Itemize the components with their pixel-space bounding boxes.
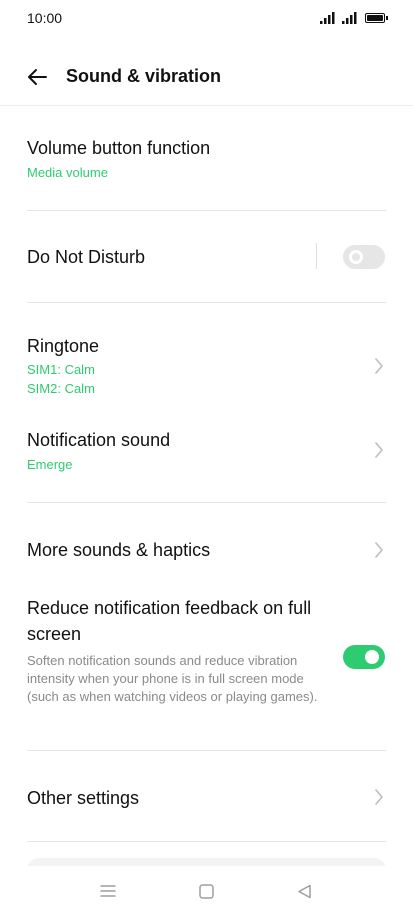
more-sounds-label: More sounds & haptics <box>27 540 211 560</box>
menu-icon[interactable] <box>100 884 116 898</box>
ringtone-item[interactable]: Ringtone SIM1: Calm SIM2: Calm <box>27 335 387 398</box>
ringtone-sim2: SIM2: Calm <box>27 381 95 396</box>
battery-icon <box>365 13 388 23</box>
divider <box>27 210 386 211</box>
signal-icon <box>320 12 335 24</box>
other-settings-label: Other settings <box>27 788 140 808</box>
reduce-feedback-label: Reduce notification feedback on full scr… <box>27 598 312 644</box>
chevron-right-icon <box>375 358 383 374</box>
chevron-right-icon <box>375 789 383 805</box>
status-time: 10:00 <box>27 10 63 26</box>
volume-button-function-item[interactable]: Volume button function Media volume <box>27 137 387 182</box>
volume-button-value: Media volume <box>27 165 108 180</box>
reduce-feedback-description: Soften notification sounds and reduce vi… <box>27 653 318 704</box>
divider <box>27 302 386 303</box>
navigation-bar <box>0 866 413 919</box>
ringtone-label: Ringtone <box>27 336 100 356</box>
divider <box>27 841 386 842</box>
status-bar: 10:00 <box>0 0 413 36</box>
volume-button-label: Volume button function <box>27 138 211 158</box>
reduce-notification-feedback-item[interactable]: Reduce notification feedback on full scr… <box>27 595 327 706</box>
divider <box>27 502 386 503</box>
chevron-right-icon <box>375 442 383 458</box>
divider <box>27 750 386 751</box>
more-sounds-haptics-item[interactable]: More sounds & haptics <box>27 539 387 561</box>
dnd-label: Do Not Disturb <box>27 247 146 267</box>
chevron-right-icon <box>375 542 383 558</box>
notification-sound-item[interactable]: Notification sound Emerge <box>27 429 387 474</box>
do-not-disturb-item[interactable]: Do Not Disturb <box>27 246 387 268</box>
dnd-toggle[interactable] <box>343 245 385 269</box>
app-header: Sound & vibration <box>0 50 413 105</box>
home-icon[interactable] <box>199 884 214 899</box>
separator <box>316 243 317 269</box>
back-arrow-icon[interactable] <box>26 66 48 88</box>
ringtone-sim1: SIM1: Calm <box>27 362 95 377</box>
notification-sound-label: Notification sound <box>27 430 171 450</box>
page-title: Sound & vibration <box>66 66 221 86</box>
header-divider <box>0 105 413 106</box>
signal-icon-sim2 <box>342 12 357 24</box>
other-settings-item[interactable]: Other settings <box>27 787 387 809</box>
back-triangle-icon[interactable] <box>297 884 312 899</box>
reduce-feedback-toggle[interactable] <box>343 645 385 669</box>
notification-sound-value: Emerge <box>27 457 73 472</box>
